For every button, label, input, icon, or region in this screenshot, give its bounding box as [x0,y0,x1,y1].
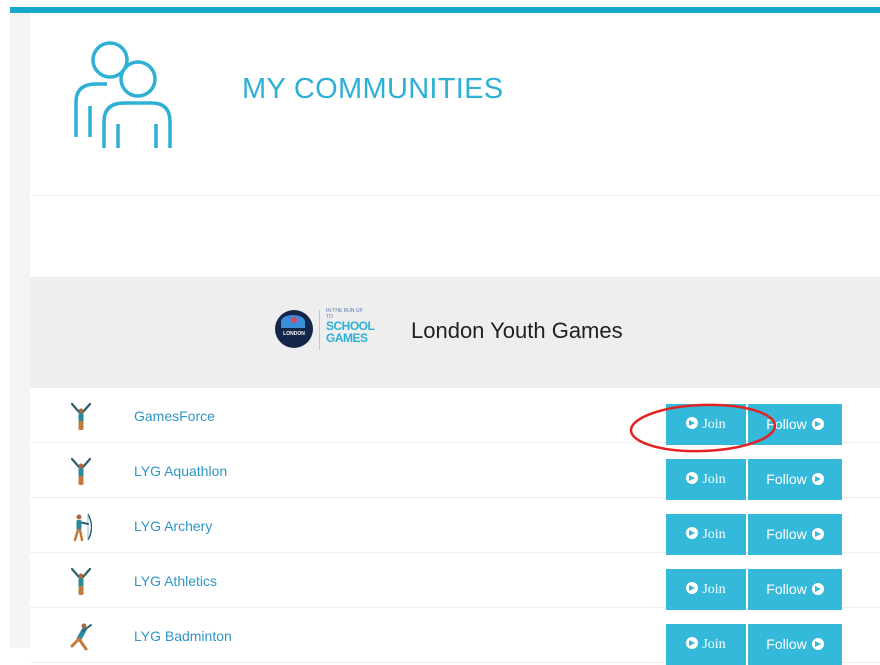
follow-button[interactable]: Follow [748,459,842,500]
community-link[interactable]: LYG Archery [134,518,212,534]
join-button-label: Join [702,637,726,652]
join-button[interactable]: Join [666,404,746,445]
arrow-right-circle-icon [686,637,699,649]
organisation-banner: LONDON IN THE RUN UP TO SCHOOL GAMES Lon… [30,277,880,388]
join-button[interactable]: Join [666,514,746,555]
arrow-right-circle-icon [686,582,699,594]
arrow-right-circle-icon [686,472,699,484]
arrow-right-circle-icon [811,528,824,540]
school-games-logo: IN THE RUN UP TO SCHOOL GAMES [326,308,375,352]
school-games-logo-word2: GAMES [326,331,368,345]
left-rail [10,13,30,648]
gymnast-icon [70,567,92,595]
join-button[interactable]: Join [666,459,746,500]
archer-icon [73,513,92,542]
community-link[interactable]: LYG Aquathlon [134,463,227,479]
community-link[interactable]: LYG Athletics [134,573,217,589]
follow-button-label: Follow [766,471,807,487]
community-icon [74,41,172,148]
follow-button[interactable]: Follow [748,569,842,610]
page-title: MY COMMUNITIES [242,73,504,105]
join-button[interactable]: Join [666,569,746,610]
follow-button-label: Follow [766,526,807,542]
logo-divider [319,310,320,350]
organisation-name: London Youth Games [411,318,623,343]
arrow-right-circle-icon [811,473,824,485]
join-button-label: Join [702,472,726,487]
join-button[interactable]: Join [666,624,746,665]
follow-button[interactable]: Follow [748,624,842,665]
community-list: GamesForce Join Follow LYG Aquathlon Joi… [30,388,880,665]
arrow-right-circle-icon [686,527,699,539]
community-row: LYG Aquathlon Join Follow [30,443,880,500]
page-header: MY COMMUNITIES [30,13,880,196]
gymnast-icon [70,402,92,430]
gymnast-icon [70,457,92,485]
community-row: LYG Badminton Join Follow [30,608,880,665]
community-link[interactable]: LYG Badminton [134,628,232,644]
follow-button-label: Follow [766,636,807,652]
community-row: LYG Athletics Join Follow [30,553,880,610]
community-row: GamesForce Join Follow [30,388,880,445]
follow-button-label: Follow [766,581,807,597]
join-button-label: Join [702,582,726,597]
london-youth-games-logo: LONDON [275,310,313,348]
community-row: LYG Archery Join Follow [30,498,880,555]
arrow-right-circle-icon [811,418,824,430]
logo-dot [291,317,297,323]
join-button-label: Join [702,527,726,542]
community-link[interactable]: GamesForce [134,408,215,424]
logo-label: LONDON [283,331,305,337]
follow-button-label: Follow [766,416,807,432]
follow-button[interactable]: Follow [748,404,842,445]
follow-button[interactable]: Follow [748,514,842,555]
arrow-right-circle-icon [811,583,824,595]
arrow-right-circle-icon [686,417,699,429]
arrow-right-circle-icon [811,638,824,650]
join-button-label: Join [702,417,726,432]
